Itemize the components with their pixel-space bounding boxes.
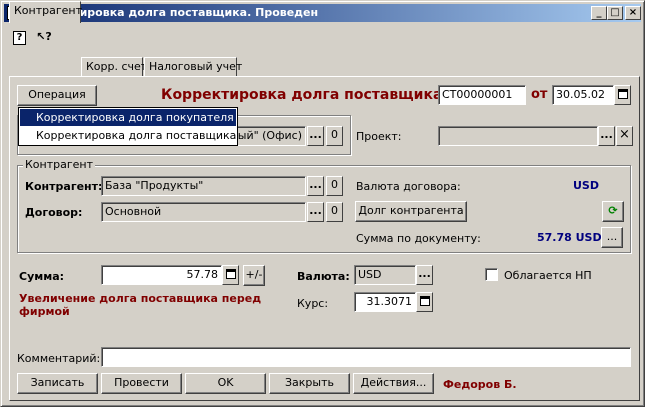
tab-corr-account[interactable]: Корр. счет	[81, 57, 147, 76]
vat-label: Облагается НП	[504, 269, 592, 282]
contract-field[interactable]: Основной	[101, 202, 306, 222]
project-select-button[interactable]: ...	[598, 126, 615, 146]
document-window: Корректировка долга поставщика. Проведен…	[0, 0, 645, 407]
rate-calculator-button[interactable]	[416, 292, 433, 312]
calendar-button[interactable]	[614, 85, 631, 105]
contract-currency-label: Валюта договора:	[356, 180, 461, 193]
contractor-debt-button[interactable]: Долг контрагента	[355, 201, 467, 222]
title-bar[interactable]: Корректировка долга поставщика. Проведен…	[4, 4, 641, 22]
document-heading: Корректировка долга поставщика №	[161, 87, 465, 103]
post-button[interactable]: Провести	[101, 373, 182, 394]
contract-currency-value: USD	[573, 179, 599, 192]
amount-description: Увеличение долга поставщика перед фирмой	[19, 292, 262, 318]
warehouse-clear-button[interactable]: 0	[326, 126, 343, 146]
operation-dropdown: Корректировка долга покупателя Корректир…	[18, 107, 238, 146]
comment-label: Комментарий:	[17, 352, 101, 365]
calculator-button[interactable]	[222, 265, 239, 285]
calculator-icon	[419, 296, 430, 306]
doc-sum-label: Сумма по документу:	[356, 232, 481, 245]
warehouse-value: ный" (Офис)	[230, 129, 302, 142]
sum-field[interactable]: 57.78	[101, 265, 222, 285]
contract-label: Договор:	[25, 206, 83, 219]
currency-field[interactable]: USD	[354, 265, 416, 285]
project-field[interactable]	[438, 126, 598, 146]
contractor-field[interactable]: База "Продукты"	[101, 176, 306, 196]
tab-tax-accounting[interactable]: Налоговый учет	[144, 57, 242, 76]
comment-field[interactable]	[101, 347, 631, 367]
project-clear-button[interactable]: ×	[616, 126, 633, 146]
menu-item-supplier-debt[interactable]: Корректировка долга поставщика	[20, 127, 236, 144]
contract-clear-button[interactable]: 0	[326, 202, 343, 222]
contractor-clear-button[interactable]: 0	[326, 176, 343, 196]
doc-sum-details-button[interactable]: ...	[601, 227, 623, 248]
contractor-select-button[interactable]: ...	[307, 176, 324, 196]
calculator-icon	[225, 269, 236, 279]
rate-field[interactable]: 31.3071	[354, 292, 416, 312]
rate-label: Курс:	[297, 297, 329, 310]
sign-toggle-button[interactable]: +/-	[243, 265, 265, 286]
actions-button[interactable]: Действия...	[353, 373, 434, 394]
contractor-group-title: Контрагент	[23, 158, 96, 171]
project-label: Проект:	[356, 130, 402, 143]
currency-label: Валюта:	[297, 270, 350, 283]
doc-sum-value: 57.78 USD	[537, 231, 602, 244]
date-label: от	[531, 87, 548, 102]
maximize-button[interactable]: □	[607, 6, 623, 20]
currency-select-button[interactable]: ...	[416, 265, 433, 285]
document-number-field[interactable]: СТ00000001	[438, 85, 526, 105]
minimize-button[interactable]: _	[591, 6, 607, 20]
tab-contractor[interactable]: Контрагент	[9, 1, 82, 23]
sum-label: Сумма:	[19, 270, 65, 283]
vat-checkbox[interactable]	[485, 268, 498, 281]
contractor-label: Контрагент:	[25, 180, 103, 193]
save-button[interactable]: Записать	[17, 373, 98, 394]
close-form-button[interactable]: Закрыть	[269, 373, 350, 394]
calendar-icon	[617, 89, 628, 99]
contract-select-button[interactable]: ...	[307, 202, 324, 222]
menu-item-buyer-debt[interactable]: Корректировка долга покупателя	[20, 109, 236, 126]
whats-this-icon[interactable]: ↖?	[35, 30, 53, 46]
date-field[interactable]: 30.05.02	[552, 85, 614, 105]
refresh-icon[interactable]: ⟳	[602, 201, 624, 222]
help-icon[interactable]: ?	[13, 31, 26, 45]
close-button[interactable]: ×	[625, 6, 641, 20]
warehouse-select-button[interactable]: ...	[307, 126, 324, 146]
ok-button[interactable]: OK	[185, 373, 266, 394]
author-label: Федоров Б.	[443, 378, 517, 391]
operation-button[interactable]: Операция	[17, 85, 97, 106]
